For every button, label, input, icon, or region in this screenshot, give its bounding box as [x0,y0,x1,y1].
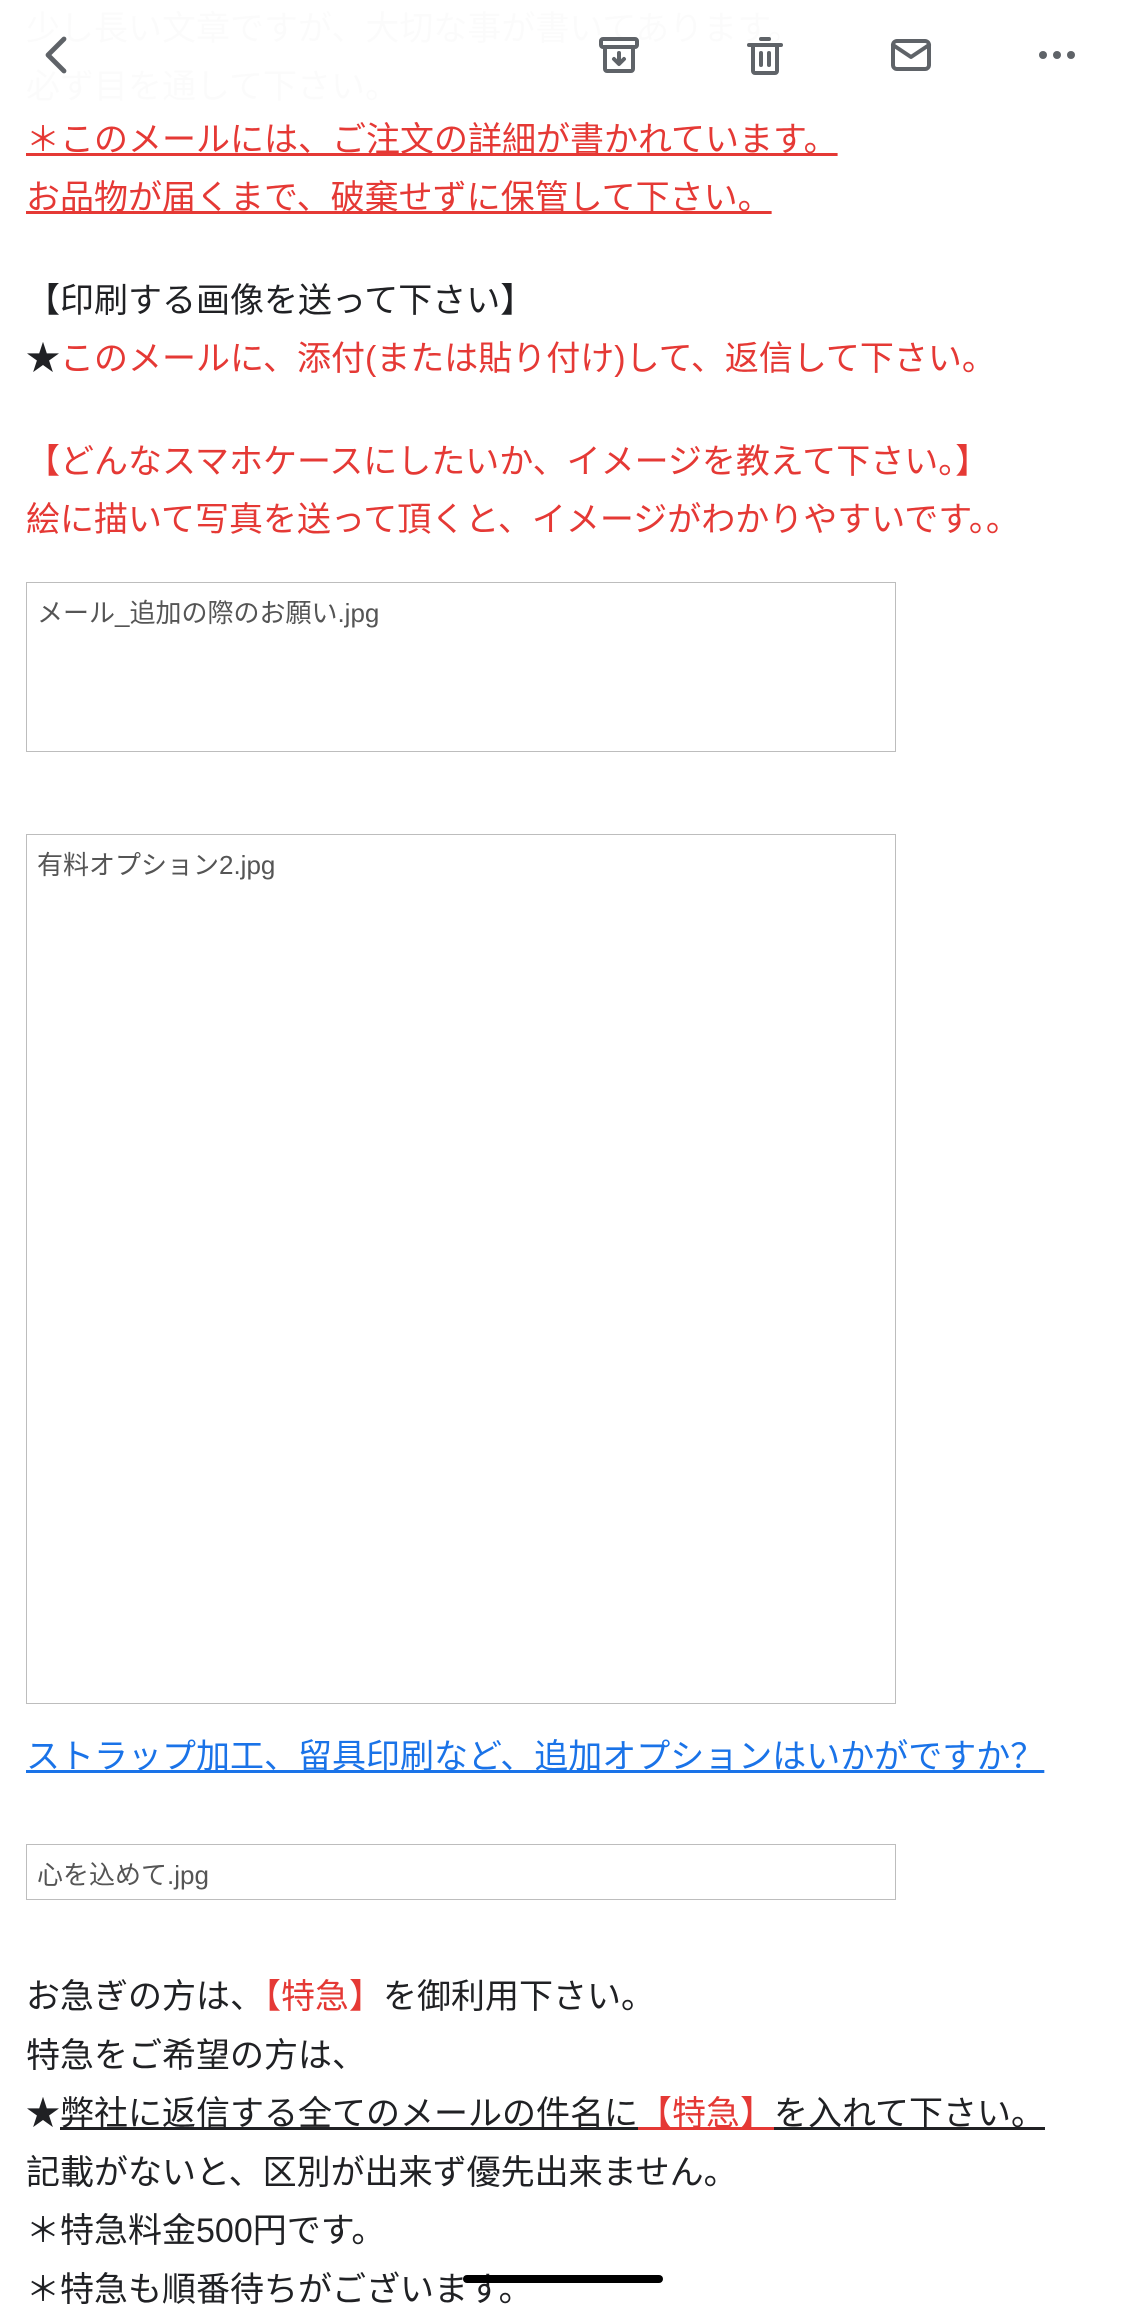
back-button[interactable] [30,27,86,83]
home-indicator[interactable] [463,2275,663,2283]
warning-text: ＊このメールには、ご注文の詳細が書かれています。 [26,111,1099,169]
body-text: ＊特急料金500円です。 [26,2202,1099,2260]
warning-text: お品物が届くまで、破棄せずに保管して下さい。 [26,169,1099,227]
attachment-placeholder[interactable]: メール_追加の際のお願い.jpg [26,582,896,752]
body-text: 記載がないと、区別が出来ず優先出来ません。 [26,2144,1099,2202]
mail-button[interactable] [883,27,939,83]
toolbar-actions [591,27,1085,83]
instruction-line: ★このメールに、添付(または貼り付け)して、返信して下さい。 [26,330,1099,388]
email-body[interactable]: 少し長い文章ですが、大切な事が書いてあります。 必ず目を通して下さい。 ＊このメ… [0,0,1125,2319]
body-text: ★弊社に返信する全てのメールの件名に【特急】を入れて下さい。 [26,2085,1099,2143]
archive-button[interactable] [591,27,647,83]
more-button[interactable] [1029,27,1085,83]
section-heading: 【印刷する画像を送って下さい】 [26,272,1099,330]
section-heading: 【どんなスマホケースにしたいか、イメージを教えて下さい。】 [26,433,1099,491]
attachment-placeholder[interactable]: 有料オプション2.jpg [26,834,896,1704]
attachment-filename: 有料オプション2.jpg [37,850,275,880]
email-toolbar [0,0,1125,110]
options-link[interactable]: ストラップ加工、留具印刷など、追加オプションはいかがですか？ [26,1738,1044,1776]
attachment-placeholder[interactable]: 心を込めて.jpg [26,1844,896,1900]
attachment-filename: 心を込めて.jpg [37,1860,209,1890]
attachment-filename: メール_追加の際のお願い.jpg [37,598,379,628]
body-text: ＊特急も順番待ちがございます。 [26,2261,1099,2319]
instruction-line: 絵に描いて写真を送って頂くと、イメージがわかりやすいです。。 [26,491,1099,549]
body-text: お急ぎの方は、【特急】を御利用下さい。 [26,1968,1099,2026]
delete-button[interactable] [737,27,793,83]
body-text: 特急をご希望の方は、 [26,2027,1099,2085]
